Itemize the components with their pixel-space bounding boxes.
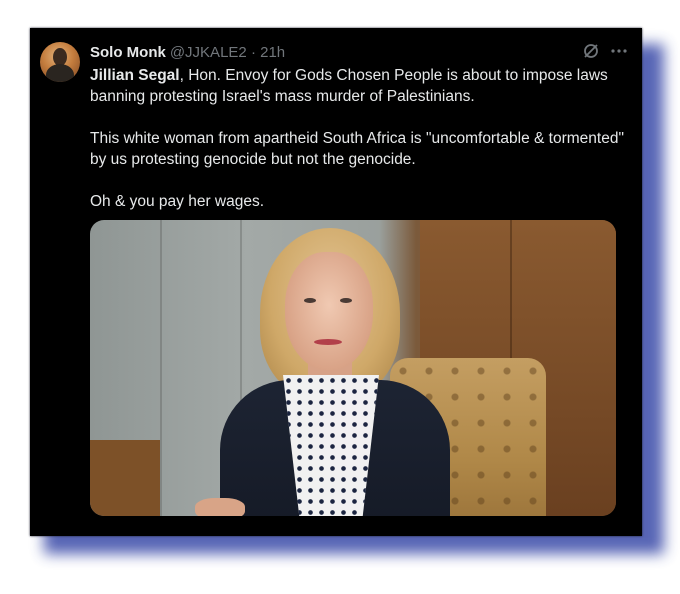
tweet-actions — [582, 42, 628, 60]
person-face — [285, 252, 373, 370]
author-handle[interactable]: @JJKALE2 — [170, 44, 247, 61]
tweet-paragraph-3: Oh & you pay her wages. — [90, 193, 265, 210]
person-hand — [195, 498, 245, 516]
person-shirt — [283, 375, 379, 516]
author-name[interactable]: Solo Monk — [90, 44, 166, 61]
avatar[interactable] — [40, 42, 80, 82]
grok-icon[interactable] — [582, 42, 600, 60]
tweet-paragraph-1: Jillian Segal, Hon. Envoy for Gods Chose… — [90, 65, 630, 107]
wood-cabinet — [90, 440, 160, 516]
separator-dot: · — [250, 44, 256, 61]
wall-seam — [160, 220, 162, 516]
tweet-header: Solo Monk @JJKALE2 · 21h — [90, 43, 285, 62]
tweet-text: Jillian Segal, Hon. Envoy for Gods Chose… — [90, 65, 630, 212]
avatar-body — [46, 64, 74, 82]
tweet-paragraph-2: This white woman from apartheid South Af… — [90, 130, 624, 168]
more-icon[interactable] — [610, 42, 628, 60]
timestamp[interactable]: 21h — [260, 44, 285, 61]
tweet-photo[interactable] — [90, 220, 616, 516]
mention-name[interactable]: Jillian Segal — [90, 67, 180, 84]
tweet-card[interactable]: Solo Monk @JJKALE2 · 21h Jillian Segal, H… — [30, 28, 642, 536]
person-lips — [314, 339, 342, 345]
person-eye-right — [340, 298, 352, 303]
person-eye-left — [304, 298, 316, 303]
